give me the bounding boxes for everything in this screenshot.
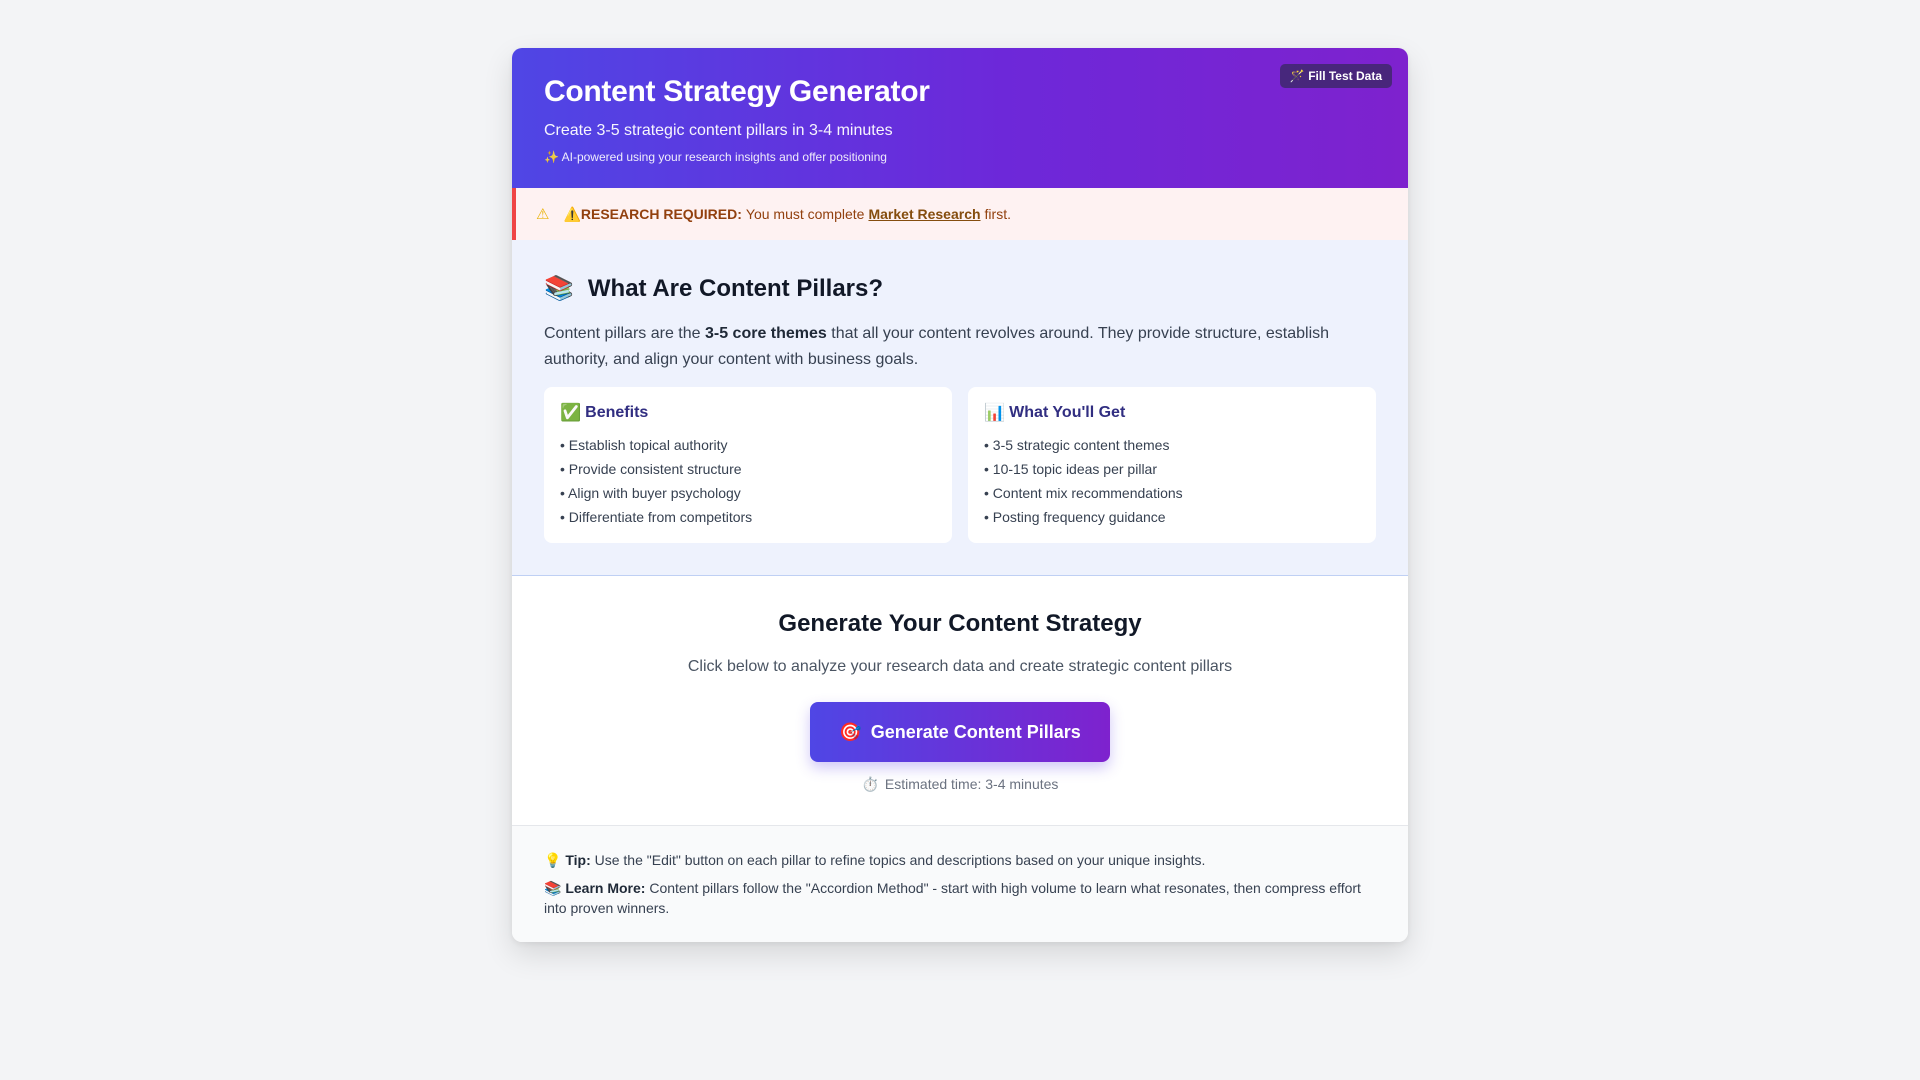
tip-text: Use the "Edit" button on each pillar to …	[594, 852, 1206, 868]
ai-note: ✨ AI-powered using your research insight…	[544, 150, 1376, 164]
market-research-link[interactable]: Market Research	[868, 206, 980, 222]
desc-bold: 3-5 core themes	[704, 325, 827, 342]
sparkles-icon: ✨	[544, 150, 559, 164]
header-banner: Content Strategy Generator Create 3-5 st…	[512, 48, 1408, 188]
pillars-title: What Are Content Pillars?	[587, 274, 884, 302]
alert-text-after: first.	[984, 206, 1011, 222]
list-item: • Establish topical authority	[560, 437, 728, 453]
alert-text-before: You must complete	[745, 206, 865, 222]
generate-button-label: Generate Content Pillars	[870, 721, 1081, 742]
fill-test-data-label: Fill Test Data	[1308, 69, 1382, 83]
tips-footer: 💡 Tip: Use the "Edit" button on each pil…	[512, 826, 1408, 942]
list-item: • 10-15 topic ideas per pillar	[984, 461, 1157, 477]
what-youll-get-title: What You'll Get	[1009, 404, 1126, 421]
books-icon: 📚	[544, 275, 574, 302]
bar-chart-icon: 📊	[984, 403, 1006, 422]
page-title: Content Strategy Generator	[544, 75, 930, 108]
list-item: • Content mix recommendations	[984, 485, 1183, 501]
generate-description: Click below to analyze your research dat…	[687, 658, 1233, 675]
desc-text-before: Content pillars are the	[544, 325, 701, 342]
page-subtitle: Create 3-5 strategic content pillars in …	[544, 122, 893, 139]
generate-section: Generate Your Content Strategy Click bel…	[512, 576, 1408, 826]
learn-more-label: Learn More:	[565, 880, 646, 896]
estimated-time: ⏱️ Estimated time: 3-4 minutes	[544, 776, 1376, 793]
alert-label: RESEARCH REQUIRED:	[580, 206, 742, 222]
list-item: • Provide consistent structure	[560, 461, 742, 477]
pillars-heading: 📚 What Are Content Pillars?	[544, 274, 1376, 303]
light-bulb-icon: 💡	[544, 852, 562, 868]
list-item: • 3-5 strategic content themes	[984, 437, 1170, 453]
list-item: • Align with buyer psychology	[560, 485, 741, 501]
benefits-list: • Establish topical authority • Provide …	[560, 433, 936, 529]
tip-row: 💡 Tip: Use the "Edit" button on each pil…	[544, 850, 1376, 870]
list-item: • Posting frequency guidance	[984, 509, 1166, 525]
what-youll-get-list: • 3-5 strategic content themes • 10-15 t…	[984, 433, 1360, 529]
fill-test-data-button[interactable]: 🪄 Fill Test Data	[1279, 64, 1392, 88]
magic-wand-icon: 🪄	[1289, 69, 1305, 83]
strategy-card: Content Strategy Generator Create 3-5 st…	[512, 48, 1408, 942]
learn-more-text: Content pillars follow the "Accordion Me…	[544, 880, 1361, 916]
tip-label: Tip:	[565, 852, 591, 868]
target-icon: 🎯	[839, 721, 862, 742]
learn-more-row: 📚 Learn More: Content pillars follow the…	[544, 878, 1376, 918]
list-item: • Differentiate from competitors	[560, 509, 753, 525]
ai-note-text: AI-powered using your research insights …	[561, 150, 887, 164]
benefits-title: Benefits	[585, 404, 649, 421]
estimated-time-text: Estimated time: 3-4 minutes	[884, 776, 1059, 792]
warning-icon: ⚠	[536, 206, 550, 223]
pillars-description: Content pillars are the 3-5 core themes …	[544, 321, 1376, 373]
benefits-heading: ✅ Benefits	[560, 403, 936, 423]
generate-content-pillars-button[interactable]: 🎯 Generate Content Pillars	[810, 702, 1110, 762]
pillars-columns: ✅ Benefits • Establish topical authority…	[544, 387, 1376, 543]
stopwatch-icon: ⏱️	[861, 776, 880, 792]
benefits-card: ✅ Benefits • Establish topical authority…	[544, 387, 952, 543]
books-icon: 📚	[544, 880, 562, 896]
generate-title: Generate Your Content Strategy	[778, 610, 1142, 637]
what-youll-get-card: 📊 What You'll Get • 3-5 strategic conten…	[968, 387, 1376, 543]
research-required-alert: ⚠ ⚠️ RESEARCH REQUIRED: You must complet…	[512, 188, 1408, 240]
check-mark-icon: ✅	[560, 403, 582, 422]
warning-emoji-icon: ⚠️	[563, 205, 581, 222]
what-youll-get-heading: 📊 What You'll Get	[984, 403, 1360, 423]
pillars-explainer: 📚 What Are Content Pillars? Content pill…	[512, 240, 1408, 576]
